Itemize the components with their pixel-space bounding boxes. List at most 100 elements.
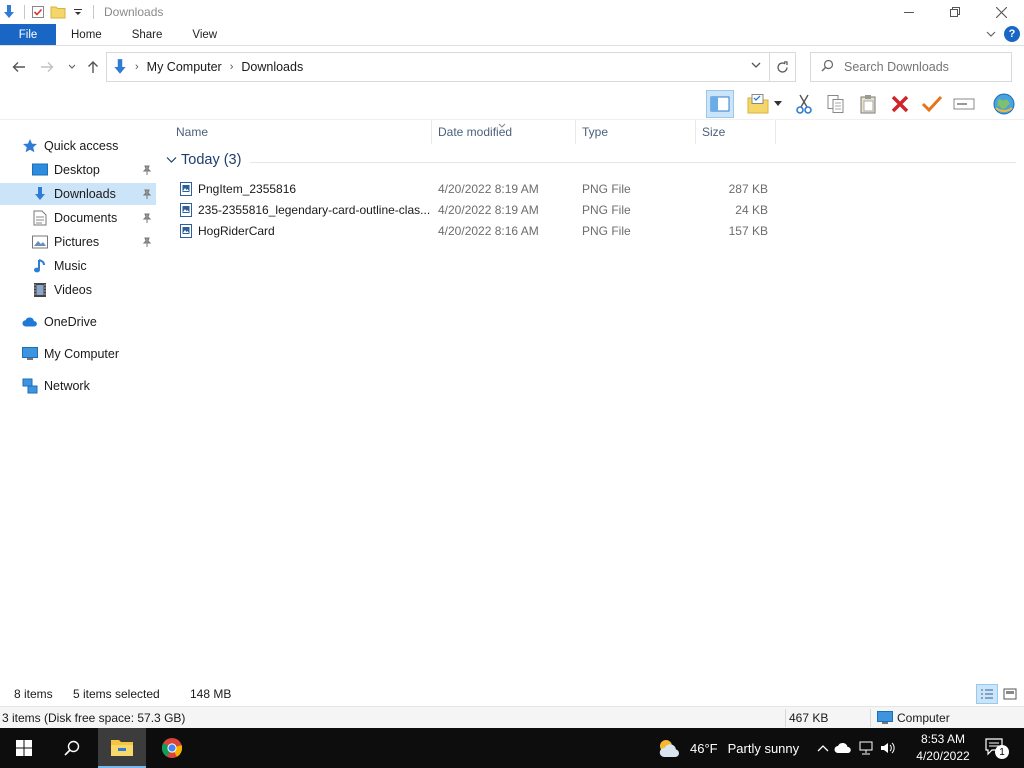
png-file-icon <box>180 199 194 220</box>
sidebar-item-videos[interactable]: Videos <box>0 279 156 301</box>
file-name: HogRiderCard <box>198 223 275 238</box>
location-label: Computer <box>897 710 950 725</box>
file-type: PNG File <box>582 181 631 196</box>
window-controls <box>886 0 1024 24</box>
refresh-button[interactable] <box>770 52 796 82</box>
sidebar-item-music[interactable]: Music <box>0 255 156 277</box>
globe-icon[interactable] <box>990 90 1018 118</box>
cut-icon[interactable] <box>790 90 818 118</box>
pin-icon[interactable] <box>142 188 152 202</box>
new-folder-icon[interactable] <box>49 3 67 21</box>
close-button[interactable] <box>978 0 1024 24</box>
restore-button[interactable] <box>932 0 978 24</box>
sort-arrow-icon <box>498 117 506 131</box>
sidebar-item-downloads[interactable]: Downloads <box>0 183 156 205</box>
file-date: 4/20/2022 8:19 AM <box>438 181 539 196</box>
column-header-date-modified[interactable]: Date modified <box>432 120 576 144</box>
table-row[interactable]: PngItem_2355816 4/20/2022 8:19 AM PNG Fi… <box>178 178 878 199</box>
search-box[interactable] <box>810 52 1012 82</box>
sidebar-item-pictures[interactable]: Pictures <box>0 231 156 253</box>
weather-description: Partly sunny <box>727 740 800 756</box>
tab-share[interactable]: Share <box>117 24 178 45</box>
select-all-icon[interactable] <box>918 90 946 118</box>
show-hidden-icons-chevron-icon[interactable] <box>815 744 831 752</box>
table-row[interactable]: 235-2355816_legendary-card-outline-clas.… <box>178 199 878 220</box>
rename-icon[interactable] <box>950 90 978 118</box>
tab-home[interactable]: Home <box>56 24 117 45</box>
properties-icon[interactable] <box>29 3 47 21</box>
forward-button[interactable] <box>36 56 58 78</box>
search-icon[interactable] <box>48 728 96 768</box>
tab-file[interactable]: File <box>0 24 56 45</box>
clock-date: 4/20/2022 <box>916 749 970 763</box>
clock[interactable]: 8:53 AM 4/20/2022 <box>908 731 978 765</box>
total-size: 467 KB <box>789 710 829 725</box>
sidebar-item-label: Desktop <box>54 163 100 177</box>
png-file-icon <box>180 220 194 241</box>
sidebar-item-desktop[interactable]: Desktop <box>0 159 156 181</box>
weather-widget[interactable]: 46°F Partly sunny <box>656 728 799 768</box>
sidebar-item-label: OneDrive <box>44 315 97 329</box>
copy-icon[interactable] <box>822 90 850 118</box>
column-header-size[interactable]: Size <box>696 120 776 144</box>
group-header-today[interactable]: Today (3) <box>166 152 241 168</box>
breadcrumb-separator: › <box>135 61 139 73</box>
action-center-icon[interactable]: 1 <box>976 728 1016 768</box>
search-input[interactable] <box>844 60 1004 74</box>
sidebar-item-label: Network <box>44 379 90 393</box>
separator <box>24 5 25 19</box>
large-icons-view-icon[interactable] <box>1000 684 1020 704</box>
preview-pane-icon[interactable] <box>706 90 734 118</box>
pin-icon[interactable] <box>142 164 152 178</box>
file-size: 24 KB <box>735 202 768 217</box>
expand-ribbon-icon[interactable] <box>986 27 996 41</box>
weather-temperature: 46°F <box>690 740 718 756</box>
up-button[interactable] <box>82 56 104 78</box>
file-name: PngItem_2355816 <box>198 181 297 196</box>
selection-size: 148 MB <box>190 687 232 701</box>
help-icon[interactable]: ? <box>1004 26 1020 42</box>
breadcrumb-my-computer[interactable]: My Computer <box>147 60 222 74</box>
tab-view[interactable]: View <box>177 24 232 45</box>
network-status-icon[interactable] <box>855 741 877 755</box>
navigation-bar: › My Computer › Downloads <box>0 50 1024 84</box>
address-dropdown-icon[interactable] <box>751 60 761 72</box>
minimize-button[interactable] <box>886 0 932 24</box>
file-name: 235-2355816_legendary-card-outline-clas.… <box>198 202 430 217</box>
partly-sunny-icon <box>656 737 682 759</box>
group-label: Today (3) <box>181 152 242 168</box>
sidebar-item-onedrive[interactable]: OneDrive <box>22 311 156 333</box>
back-button[interactable] <box>8 56 30 78</box>
sidebar-item-documents[interactable]: Documents <box>0 207 156 229</box>
volume-icon[interactable] <box>877 741 899 755</box>
sidebar-item-label: My Computer <box>44 347 120 361</box>
title-bar: Downloads <box>0 0 1024 24</box>
address-bar[interactable]: › My Computer › Downloads <box>106 52 770 82</box>
paste-icon[interactable] <box>854 90 882 118</box>
pin-icon[interactable] <box>142 236 152 250</box>
sidebar-item-network[interactable]: Network <box>22 375 156 397</box>
delete-icon[interactable] <box>886 90 914 118</box>
chrome-icon[interactable] <box>148 728 196 768</box>
command-toolbar <box>0 88 1024 120</box>
onedrive-cloud-icon[interactable] <box>831 742 855 754</box>
column-header-type[interactable]: Type <box>576 120 696 144</box>
computer-icon <box>877 711 893 725</box>
breadcrumb-downloads[interactable]: Downloads <box>241 60 303 74</box>
sidebar-item-label: Videos <box>54 283 92 297</box>
downloads-folder-icon[interactable] <box>0 3 18 21</box>
column-header-name[interactable]: Name <box>170 120 432 144</box>
system-tray <box>815 728 899 768</box>
sidebar-item-quick-access[interactable]: Quick access <box>22 135 156 157</box>
new-item-dropdown-icon[interactable] <box>770 90 786 118</box>
new-item-icon[interactable] <box>744 90 772 118</box>
details-view-icon[interactable] <box>976 684 998 704</box>
recent-locations-dropdown[interactable] <box>61 56 83 78</box>
sidebar-item-my-computer[interactable]: My Computer <box>22 343 156 365</box>
file-explorer-taskbar-icon[interactable] <box>98 728 146 768</box>
table-row[interactable]: HogRiderCard 4/20/2022 8:16 AM PNG File … <box>178 220 878 241</box>
customize-toolbar-dropdown-icon[interactable] <box>69 3 87 21</box>
pin-icon[interactable] <box>142 212 152 226</box>
windows-start-button[interactable] <box>0 728 48 768</box>
disk-free-space: 3 items (Disk free space: 57.3 GB) <box>2 710 186 725</box>
